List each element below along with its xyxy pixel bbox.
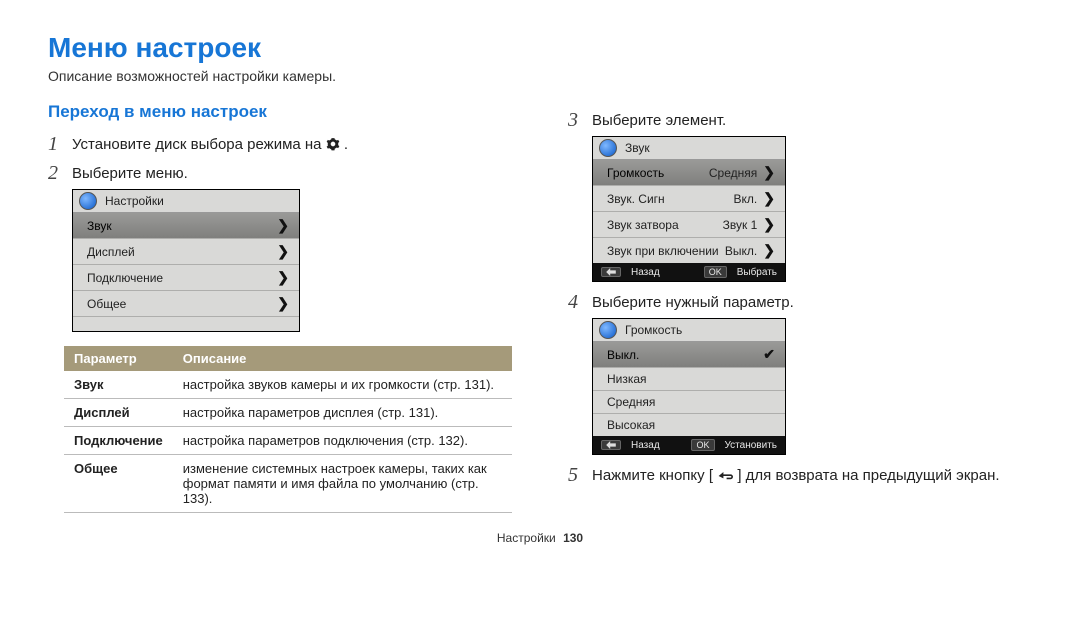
menu-item-label: Звук затвора (607, 218, 679, 232)
camera-menu-sound: Звук Громкость Средняя ❯ Звук. Сигн Вкл. ❯… (592, 136, 786, 282)
th-parameter: Параметр (64, 346, 173, 371)
step-3: 3 Выберите элемент. (568, 110, 1032, 130)
mode-dial-icon (79, 192, 97, 210)
camera-menu-volume: Громкость Выкл. ✔ Низкая Средняя Высокая (592, 318, 786, 455)
option-label: Выкл. (607, 348, 639, 362)
menu-item-beep[interactable]: Звук. Сигн Вкл. ❯ (593, 186, 785, 212)
th-description: Описание (173, 346, 512, 371)
menu-item-label: Звук при включении (607, 244, 719, 258)
step-1-text-pre: Установите диск выбора режима на (72, 136, 326, 153)
menu-item-display[interactable]: Дисплей ❯ (73, 239, 299, 265)
camera-menu-header: Громкость (593, 319, 785, 342)
page-subtitle: Описание возможностей настройки камеры. (48, 68, 1032, 84)
param-name: Звук (64, 371, 173, 399)
menu-item-label: Дисплей (87, 245, 135, 259)
back-icon (717, 469, 733, 486)
table-row: Звук настройка звуков камеры и их громко… (64, 371, 512, 399)
menu-item-connection[interactable]: Подключение ❯ (73, 265, 299, 291)
chevron-right-icon: ❯ (763, 216, 775, 233)
option-label: Низкая (607, 372, 647, 386)
page-footer: Настройки 130 (48, 531, 1032, 545)
chevron-right-icon: ❯ (763, 164, 775, 181)
camera-menu-title: Звук (625, 141, 650, 155)
step-4-text: Выберите нужный параметр. (592, 292, 794, 311)
chevron-right-icon: ❯ (277, 217, 289, 234)
menu-item-shutter-sound[interactable]: Звук затвора Звук 1 ❯ (593, 212, 785, 238)
gear-icon (326, 137, 340, 155)
camera-menu-title: Громкость (625, 323, 682, 337)
footer-label: Настройки (497, 531, 556, 545)
table-row: Подключение настройка параметров подключ… (64, 427, 512, 455)
param-desc: настройка параметров подключения (стр. 1… (173, 427, 512, 455)
camera-menu-header: Звук (593, 137, 785, 160)
step-2: 2 Выберите меню. (48, 163, 512, 183)
chevron-right-icon: ❯ (277, 295, 289, 312)
chevron-right-icon: ❯ (277, 243, 289, 260)
menu-item-sound[interactable]: Звук ❯ (73, 213, 299, 239)
table-row: Общее изменение системных настроек камер… (64, 455, 512, 513)
option-high[interactable]: Высокая (593, 414, 785, 436)
option-label: Средняя (607, 395, 655, 409)
ok-key-icon[interactable]: OK (704, 266, 727, 278)
table-row: Дисплей настройка параметров дисплея (ст… (64, 399, 512, 427)
step-1: 1 Установите диск выбора режима на . (48, 134, 512, 155)
option-off[interactable]: Выкл. ✔ (593, 342, 785, 368)
ok-key-icon[interactable]: OK (691, 439, 714, 451)
step-number: 3 (568, 110, 584, 130)
step-number: 4 (568, 292, 584, 312)
step-5-text-post: ] для возврата на предыдущий экран. (737, 467, 999, 484)
footer-back-label: Назад (631, 267, 660, 278)
option-low[interactable]: Низкая (593, 368, 785, 391)
parameter-table: Параметр Описание Звук настройка звуков … (64, 346, 512, 513)
menu-item-label: Громкость (607, 166, 664, 180)
menu-item-value: Звук 1 (723, 218, 758, 232)
section-heading: Переход в меню настроек (48, 102, 512, 122)
step-number: 5 (568, 465, 584, 485)
camera-menu-header: Настройки (73, 190, 299, 213)
menu-item-label: Звук. Сигн (607, 192, 665, 206)
step-5-text-pre: Нажмите кнопку [ (592, 467, 713, 484)
menu-item-label: Общее (87, 297, 126, 311)
camera-menu-settings: Настройки Звук ❯ Дисплей ❯ Подключение ❯ (72, 189, 300, 332)
menu-item-value: Средняя (709, 166, 757, 180)
camera-menu-footer: Назад OK Установить (593, 436, 785, 454)
menu-item-value: Выкл. (725, 244, 757, 258)
chevron-right-icon: ❯ (277, 269, 289, 286)
menu-item-general[interactable]: Общее ❯ (73, 291, 299, 317)
option-medium[interactable]: Средняя (593, 391, 785, 414)
menu-item-label: Звук (87, 219, 112, 233)
page-title: Меню настроек (48, 32, 1032, 64)
chevron-right-icon: ❯ (763, 190, 775, 207)
param-desc: настройка звуков камеры и их громкости (… (173, 371, 512, 399)
param-name: Общее (64, 455, 173, 513)
step-4: 4 Выберите нужный параметр. (568, 292, 1032, 312)
menu-item-label: Подключение (87, 271, 163, 285)
menu-item-value: Вкл. (734, 192, 758, 206)
footer-back-label: Назад (631, 440, 660, 451)
chevron-right-icon: ❯ (763, 242, 775, 259)
step-3-text: Выберите элемент. (592, 110, 726, 129)
step-number: 1 (48, 134, 64, 154)
option-label: Высокая (607, 418, 655, 432)
back-key-icon[interactable] (601, 267, 621, 277)
footer-ok-label: Установить (725, 440, 778, 451)
menu-item-volume[interactable]: Громкость Средняя ❯ (593, 160, 785, 186)
footer-ok-label: Выбрать (737, 267, 777, 278)
mode-dial-icon (599, 139, 617, 157)
param-desc: настройка параметров дисплея (стр. 131). (173, 399, 512, 427)
menu-item-startup-sound[interactable]: Звук при включении Выкл. ❯ (593, 238, 785, 263)
mode-dial-icon (599, 321, 617, 339)
page-number: 130 (563, 531, 583, 545)
camera-menu-footer: Назад OK Выбрать (593, 263, 785, 281)
param-desc: изменение системных настроек камеры, так… (173, 455, 512, 513)
step-2-text: Выберите меню. (72, 163, 188, 182)
check-icon: ✔ (763, 346, 775, 363)
camera-menu-title: Настройки (105, 194, 164, 208)
back-key-icon[interactable] (601, 440, 621, 450)
param-name: Дисплей (64, 399, 173, 427)
step-5: 5 Нажмите кнопку [ ] для возврата на пре… (568, 465, 1032, 486)
step-number: 2 (48, 163, 64, 183)
step-1-text-post: . (344, 136, 348, 153)
param-name: Подключение (64, 427, 173, 455)
